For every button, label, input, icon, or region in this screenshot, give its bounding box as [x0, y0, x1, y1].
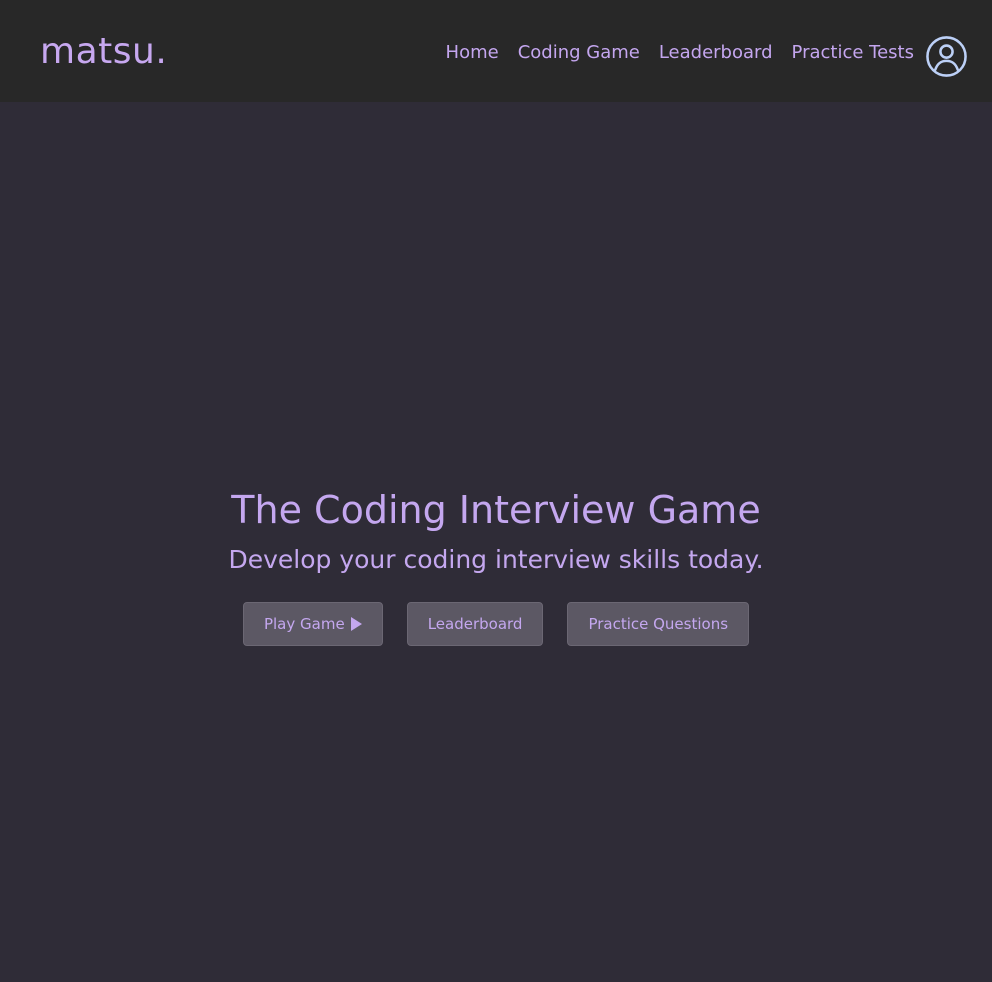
play-game-button[interactable]: Play Game	[242, 602, 383, 646]
hero-subtitle: Develop your coding interview skills tod…	[228, 545, 764, 574]
leaderboard-button[interactable]: Leaderboard	[406, 602, 544, 646]
profile-button[interactable]	[925, 35, 968, 78]
hero-buttons: Play Game Leaderboard Practice Questions	[0, 602, 992, 646]
nav-link-home[interactable]: Home	[446, 40, 499, 66]
leaderboard-label: Leaderboard	[427, 615, 523, 633]
hero-section: The Coding Interview Game Develop your c…	[0, 486, 992, 577]
play-game-label: Play Game	[263, 615, 345, 633]
brand-logo[interactable]: matsu.	[40, 30, 167, 74]
play-icon	[350, 617, 362, 631]
practice-questions-button[interactable]: Practice Questions	[567, 602, 750, 646]
top-navbar: matsu. Home Coding Game Leaderboard Prac…	[0, 0, 992, 102]
nav-link-coding-game[interactable]: Coding Game	[518, 40, 640, 66]
hero-title: The Coding Interview Game	[231, 488, 761, 532]
user-circle-icon	[926, 36, 967, 77]
nav-links: Home Coding Game Leaderboard Practice Te…	[446, 40, 914, 66]
practice-questions-label: Practice Questions	[588, 615, 729, 633]
nav-link-leaderboard[interactable]: Leaderboard	[659, 40, 773, 66]
nav-link-practice-tests[interactable]: Practice Tests	[792, 40, 914, 66]
